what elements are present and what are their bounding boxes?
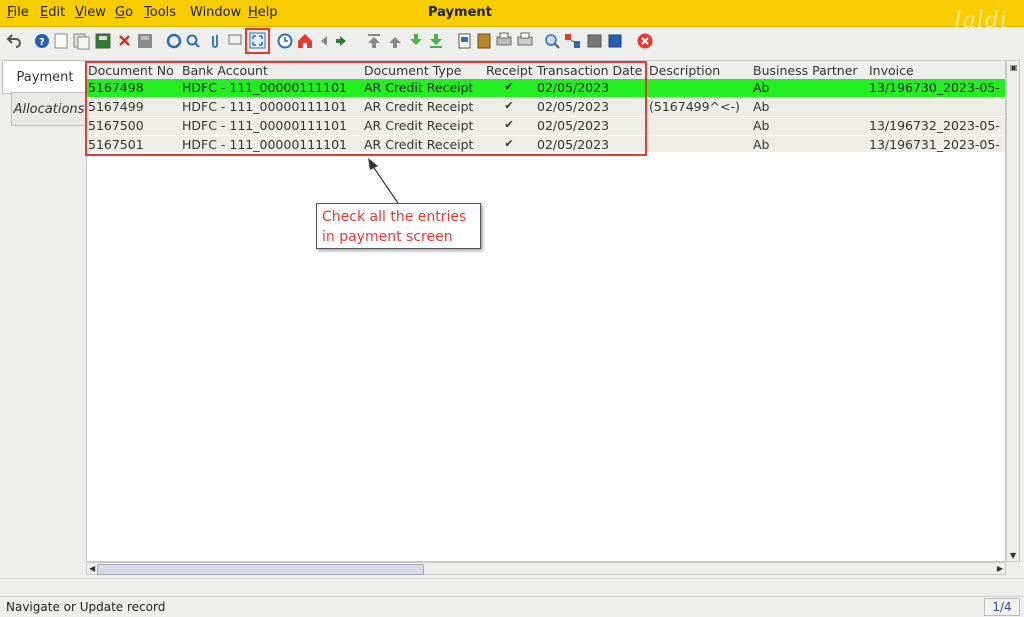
chat-icon[interactable] bbox=[228, 34, 242, 45]
cell-invoice: 13/196730_2023-05- bbox=[869, 80, 1000, 95]
menu-edit-label: dit bbox=[48, 5, 66, 20]
grid-empty-area bbox=[87, 152, 1005, 560]
previous-record-icon[interactable] bbox=[389, 37, 401, 48]
rows-highlight-box bbox=[85, 61, 647, 156]
horizontal-scrollbar[interactable]: ◀ ▶ bbox=[86, 562, 1006, 575]
delete-icon[interactable] bbox=[119, 35, 130, 46]
scroll-right-icon[interactable]: ▶ bbox=[997, 564, 1003, 573]
help-icon[interactable]: ? bbox=[35, 34, 49, 48]
vertical-scrollbar[interactable]: ▣ ▼ bbox=[1006, 60, 1020, 562]
menu-view-label: iew bbox=[83, 5, 106, 20]
scroll-menu-icon[interactable]: ▣ bbox=[1010, 63, 1018, 72]
callout-line-2: in payment screen bbox=[322, 229, 453, 245]
product-icon[interactable] bbox=[608, 34, 622, 48]
menu-bar: File Edit View Go Tools Window Help Paym… bbox=[0, 0, 1024, 33]
horizontal-scroll-thumb[interactable] bbox=[97, 564, 424, 575]
report-icon[interactable] bbox=[458, 33, 471, 49]
close-icon[interactable] bbox=[637, 33, 653, 49]
menu-help-label: elp bbox=[257, 5, 278, 20]
home-icon[interactable] bbox=[298, 34, 312, 48]
find-icon[interactable] bbox=[186, 34, 200, 48]
next-record-icon[interactable] bbox=[410, 34, 422, 45]
window-title: Payment bbox=[428, 5, 492, 20]
workflow-icon[interactable] bbox=[565, 34, 580, 48]
svg-text:?: ? bbox=[39, 37, 45, 48]
menu-view-mnemonic: V bbox=[75, 5, 84, 20]
menu-tools-label: ools bbox=[149, 5, 177, 20]
new-icon[interactable] bbox=[54, 33, 68, 49]
scroll-down-icon[interactable]: ▼ bbox=[1010, 551, 1016, 560]
undo-icon[interactable] bbox=[6, 34, 21, 48]
record-count[interactable]: 1/4 bbox=[984, 598, 1020, 616]
menu-help-mnemonic: H bbox=[248, 5, 258, 20]
forward-icon[interactable] bbox=[336, 36, 346, 46]
menu-window[interactable]: Window bbox=[190, 5, 241, 20]
history-icon[interactable] bbox=[277, 33, 293, 49]
first-record-icon[interactable] bbox=[368, 34, 380, 48]
menu-file[interactable]: File bbox=[7, 5, 29, 20]
zoom-icon[interactable] bbox=[545, 34, 560, 49]
col-invoice[interactable]: Invoice bbox=[869, 63, 914, 78]
scroll-left-icon[interactable]: ◀ bbox=[89, 564, 95, 573]
print-icon[interactable] bbox=[517, 32, 533, 46]
menu-edit-mnemonic: E bbox=[40, 5, 49, 20]
cell-invoice: 13/196732_2023-05- bbox=[869, 118, 1000, 133]
cell-business-partner: Ab bbox=[753, 80, 770, 95]
menu-file-label: ile bbox=[13, 5, 29, 20]
cell-business-partner: Ab bbox=[753, 118, 770, 133]
toolbar: ? bbox=[0, 27, 1024, 57]
menu-view[interactable]: View bbox=[75, 5, 106, 20]
back-icon[interactable] bbox=[321, 36, 327, 46]
save-new-icon[interactable] bbox=[95, 33, 111, 49]
save-icon[interactable] bbox=[138, 34, 152, 48]
print-preview-icon[interactable] bbox=[496, 32, 512, 46]
bottom-filler bbox=[0, 578, 1024, 595]
col-business-partner[interactable]: Business Partner bbox=[753, 63, 858, 78]
menu-help[interactable]: Help bbox=[248, 5, 278, 20]
request-icon[interactable] bbox=[587, 34, 602, 48]
toolbar-icons: ? bbox=[6, 32, 653, 50]
cell-business-partner: Ab bbox=[753, 137, 770, 152]
menu-go-label: o bbox=[125, 5, 134, 20]
menu-edit[interactable]: Edit bbox=[40, 5, 65, 20]
menu-go-mnemonic: G bbox=[115, 5, 126, 20]
attachment-icon[interactable] bbox=[212, 35, 218, 48]
cell-description: (5167499^<-) bbox=[649, 99, 740, 114]
tab-allocations[interactable]: Allocations bbox=[11, 92, 86, 126]
copy-icon[interactable] bbox=[73, 33, 90, 50]
tab-payment[interactable]: Payment bbox=[2, 60, 87, 94]
menu-go[interactable]: Go bbox=[115, 5, 133, 20]
refresh-icon[interactable] bbox=[166, 33, 182, 49]
archive-icon[interactable] bbox=[477, 33, 491, 49]
callout-line-1: Check all the entries bbox=[322, 209, 467, 225]
tab-panel: Payment Allocations bbox=[0, 60, 87, 560]
annotation-callout: Check all the entries in payment screen bbox=[316, 203, 481, 249]
status-text: Navigate or Update record bbox=[6, 600, 166, 614]
last-record-icon[interactable] bbox=[430, 34, 442, 48]
cell-business-partner: Ab bbox=[753, 99, 770, 114]
grid-toggle-highlight bbox=[245, 28, 270, 54]
status-bar: Navigate or Update record 1/4 bbox=[0, 596, 1024, 617]
cell-invoice: 13/196731_2023-05- bbox=[869, 137, 1000, 152]
col-description[interactable]: Description bbox=[649, 63, 720, 78]
menu-tools[interactable]: Tools bbox=[144, 5, 176, 20]
